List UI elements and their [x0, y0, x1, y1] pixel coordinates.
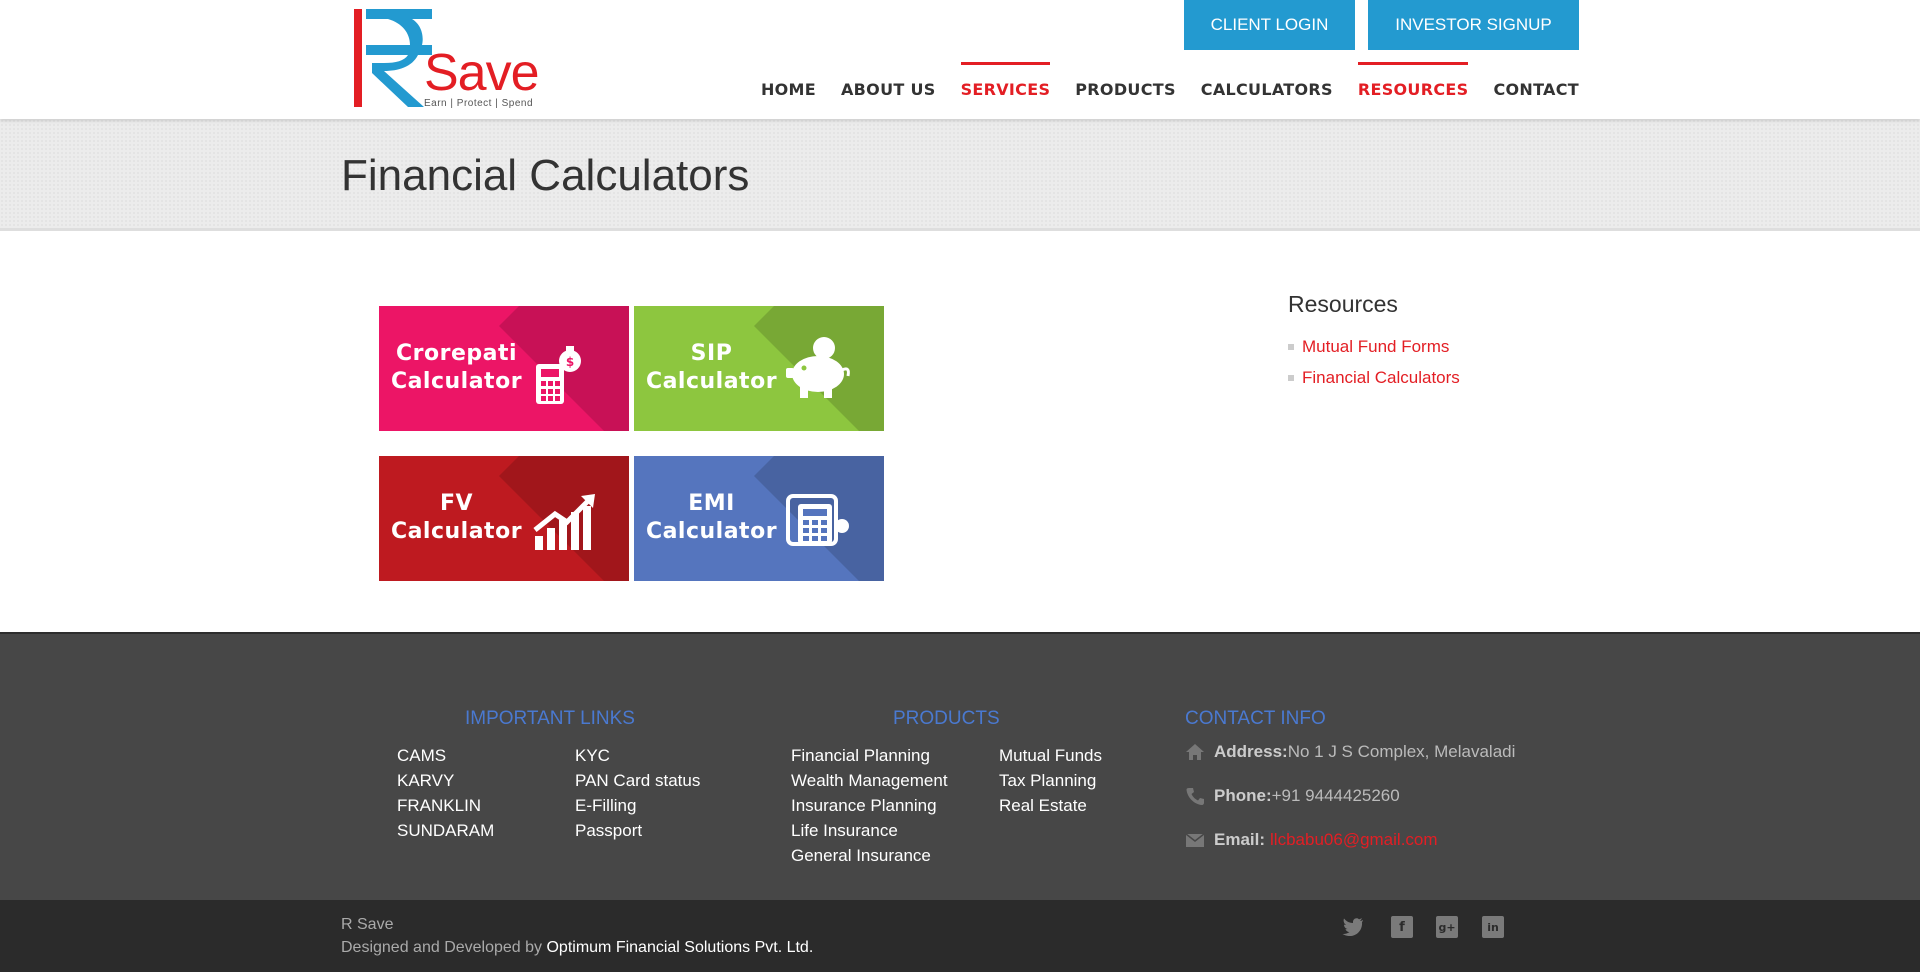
- linkedin-icon[interactable]: in: [1482, 916, 1504, 938]
- email-label: Email:: [1214, 830, 1266, 849]
- svg-text:$: $: [566, 355, 574, 369]
- nav-resources[interactable]: RESOURCES: [1345, 62, 1481, 102]
- credits-prefix: Designed and Developed by: [341, 939, 543, 956]
- nav-products[interactable]: PRODUCTS: [1063, 62, 1189, 102]
- footer-bottom-bar: R Save Designed and Developed by Optimum…: [0, 900, 1920, 972]
- footer-product-mutual-funds[interactable]: Mutual Funds: [999, 743, 1102, 768]
- twitter-icon[interactable]: [1342, 916, 1364, 938]
- sidebar-title: Resources: [1288, 291, 1398, 317]
- emi-calculator-tile[interactable]: EMI Calculator: [634, 456, 884, 581]
- tile-label-line2: Calculator: [645, 369, 778, 394]
- client-login-button[interactable]: CLIENT LOGIN: [1184, 0, 1355, 50]
- footer-credits: Designed and Developed by Optimum Financ…: [341, 939, 813, 957]
- credits-company-link[interactable]: Optimum Financial Solutions Pvt. Ltd.: [546, 939, 813, 956]
- important-links-col2: KYC PAN Card status E-Filling Passport: [575, 743, 700, 843]
- sidebar-item-financial-calculators[interactable]: Financial Calculators: [1288, 362, 1460, 393]
- crorepati-calculator-tile[interactable]: Crorepati Calculator $: [379, 306, 629, 431]
- footer-product-real-estate[interactable]: Real Estate: [999, 793, 1102, 818]
- google-plus-icon[interactable]: g+: [1436, 916, 1458, 938]
- tile-label: FV Calculator: [379, 490, 534, 546]
- nav-home[interactable]: HOME: [748, 62, 828, 102]
- phone-icon: [1186, 788, 1204, 805]
- calculator-money-bag-icon: $: [536, 346, 581, 404]
- tile-label-line1: Crorepati: [395, 341, 518, 366]
- footer-product-life-insurance[interactable]: Life Insurance: [791, 818, 948, 843]
- tile-label-line2: Calculator: [390, 369, 523, 394]
- important-links-col1: CAMS KARVY FRANKLIN SUNDARAM: [397, 743, 494, 843]
- footer-link-kyc[interactable]: KYC: [575, 743, 700, 768]
- tile-label: EMI Calculator: [634, 490, 789, 546]
- site-header: Save Earn | Protect | Spend CLIENT LOGIN…: [0, 0, 1920, 119]
- logo-tagline: Earn | Protect | Spend: [424, 98, 534, 109]
- tile-label: SIP Calculator: [634, 340, 789, 396]
- contact-phone: Phone: +91 9444425260: [1185, 786, 1400, 806]
- facebook-icon[interactable]: f: [1391, 916, 1413, 938]
- footer-link-franklin[interactable]: FRANKLIN: [397, 793, 494, 818]
- nav-about-us[interactable]: ABOUT US: [828, 62, 948, 102]
- nav-services[interactable]: SERVICES: [948, 62, 1063, 102]
- tile-label-line1: SIP: [690, 341, 733, 366]
- site-footer: IMPORTANT LINKS CAMS KARVY FRANKLIN SUND…: [0, 632, 1920, 900]
- piggy-bank-icon: [786, 337, 850, 398]
- phone-value: +91 9444425260: [1271, 786, 1400, 805]
- tile-label-line1: EMI: [688, 491, 735, 516]
- footer-link-passport[interactable]: Passport: [575, 818, 700, 843]
- contact-email: Email: llcbabu06@gmail.com: [1185, 830, 1438, 850]
- fv-calculator-tile[interactable]: FV Calculator: [379, 456, 629, 581]
- address-label: Address:: [1214, 742, 1288, 761]
- sidebar-list: Mutual Fund Forms Financial Calculators: [1288, 331, 1460, 393]
- site-logo[interactable]: Save Earn | Protect | Spend: [352, 5, 590, 115]
- footer-link-sundaram[interactable]: SUNDARAM: [397, 818, 494, 843]
- products-heading: PRODUCTS: [893, 708, 1000, 729]
- contact-address: Address: No 1 J S Complex, Melavaladi: [1185, 742, 1515, 762]
- sip-calculator-tile[interactable]: SIP Calculator: [634, 306, 884, 431]
- address-value: No 1 J S Complex, Melavaladi: [1287, 742, 1516, 761]
- footer-product-wealth-management[interactable]: Wealth Management: [791, 768, 948, 793]
- phone-label: Phone:: [1214, 786, 1272, 805]
- growth-chart-icon: [533, 494, 595, 550]
- page-title: Financial Calculators: [341, 151, 750, 200]
- important-links-heading: IMPORTANT LINKS: [465, 708, 635, 729]
- envelope-icon: [1185, 833, 1205, 847]
- footer-product-tax-planning[interactable]: Tax Planning: [999, 768, 1102, 793]
- footer-link-e-filling[interactable]: E-Filling: [575, 793, 700, 818]
- products-col1: Financial Planning Wealth Management Ins…: [791, 743, 948, 868]
- sidebar-item-mutual-fund-forms[interactable]: Mutual Fund Forms: [1288, 331, 1460, 362]
- nav-contact[interactable]: CONTACT: [1481, 62, 1579, 102]
- tile-label-line2: Calculator: [390, 519, 523, 544]
- footer-brand: R Save: [341, 916, 394, 933]
- footer-product-general-insurance[interactable]: General Insurance: [791, 843, 948, 868]
- tile-label: Crorepati Calculator: [379, 340, 534, 396]
- page-title-band: Financial Calculators: [0, 119, 1920, 231]
- products-col2: Mutual Funds Tax Planning Real Estate: [999, 743, 1102, 818]
- tile-label-line2: Calculator: [645, 519, 778, 544]
- logo-wordmark: Save: [424, 44, 540, 102]
- footer-link-pan-card-status[interactable]: PAN Card status: [575, 768, 700, 793]
- footer-product-insurance-planning[interactable]: Insurance Planning: [791, 793, 948, 818]
- email-link[interactable]: llcbabu06@gmail.com: [1270, 830, 1438, 850]
- footer-product-financial-planning[interactable]: Financial Planning: [791, 743, 948, 768]
- investor-signup-button[interactable]: INVESTOR SIGNUP: [1368, 0, 1579, 50]
- calculator-card-icon: [786, 494, 849, 546]
- nav-calculators[interactable]: CALCULATORS: [1188, 62, 1345, 102]
- home-icon: [1186, 744, 1204, 760]
- tile-label-line1: FV: [439, 491, 474, 516]
- contact-info-heading: CONTACT INFO: [1185, 708, 1326, 729]
- main-nav: HOME ABOUT US SERVICES PRODUCTS CALCULAT…: [748, 62, 1579, 102]
- footer-link-cams[interactable]: CAMS: [397, 743, 494, 768]
- footer-link-karvy[interactable]: KARVY: [397, 768, 494, 793]
